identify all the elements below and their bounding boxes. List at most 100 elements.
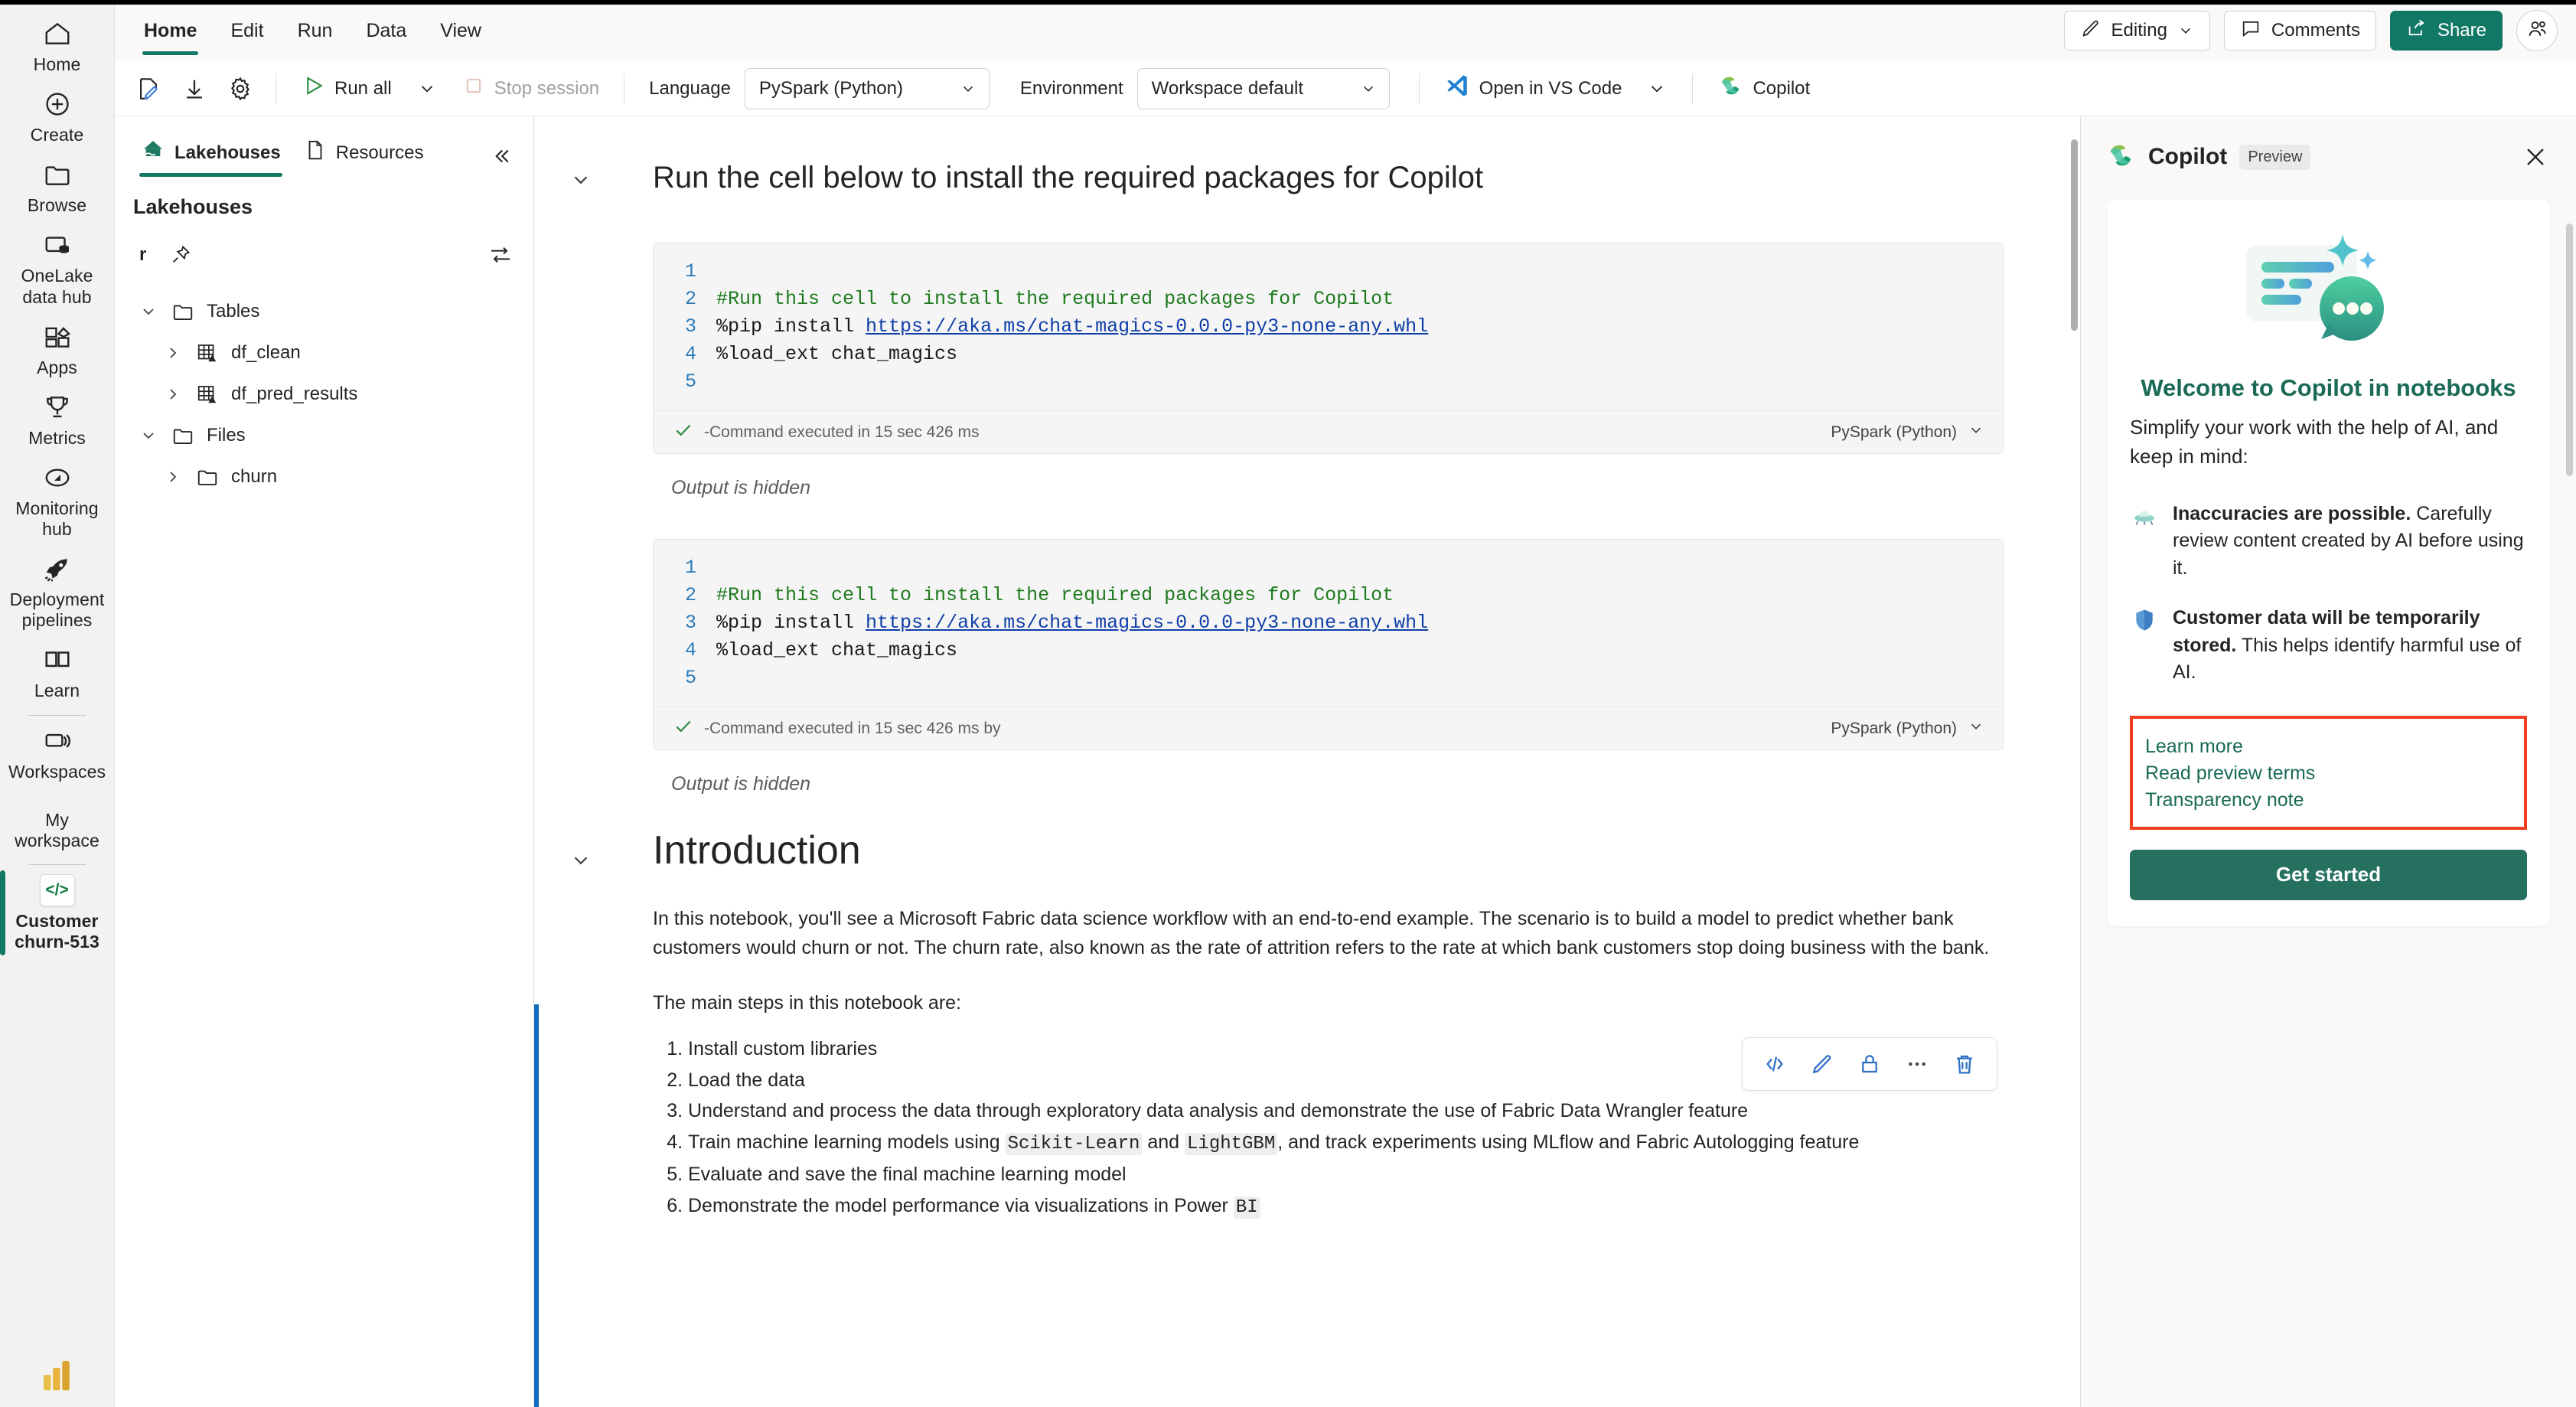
tab-view[interactable]: View [423, 0, 498, 61]
sidebar-label-create: Create [30, 125, 84, 145]
line-number: 3 [684, 612, 696, 634]
copilot-bullet-text: Customer data will be temporarily stored… [2173, 605, 2527, 687]
editing-mode-button[interactable]: Editing [2063, 11, 2210, 51]
success-check-icon [673, 420, 693, 444]
success-check-icon [673, 717, 693, 740]
switch-lakehouse-icon[interactable] [486, 240, 515, 269]
introduction-paragraph-2: The main steps in this notebook are: [653, 992, 962, 1014]
line-text: %pip install [716, 612, 866, 634]
copilot-bullets: Inaccuracies are possible. Carefully rev… [2130, 501, 2527, 687]
home-icon [40, 18, 75, 49]
tab-run[interactable]: Run [281, 0, 350, 61]
code-cell-2-container[interactable]: 1 2 #Run this cell to install the requir… [653, 539, 2004, 750]
sidebar-item-apps[interactable]: Apps [0, 314, 115, 384]
notebook-icon: </> [39, 873, 75, 906]
chevron-down-icon[interactable] [138, 425, 159, 446]
chevron-right-icon[interactable] [162, 384, 184, 405]
get-started-button[interactable]: Get started [2130, 849, 2527, 900]
list-item: Understand and process the data through … [688, 1096, 1996, 1126]
comment-bubble-icon [2240, 18, 2261, 44]
tab-home[interactable]: Home [127, 0, 214, 61]
open-in-vscode-button[interactable]: Open in VS Code [1433, 67, 1633, 110]
close-icon[interactable] [2516, 138, 2555, 176]
sidebar-item-learn[interactable]: Learn [0, 637, 115, 707]
markdown-cell-heading: Run the cell below to install the requir… [534, 116, 2080, 195]
share-label: Share [2437, 20, 2486, 41]
line-number: 1 [684, 557, 696, 579]
code-line: 4 %load_ext chat_magics [654, 343, 2003, 371]
tab-resources[interactable]: Resources [295, 134, 433, 178]
step-text: Evaluate and save the final machine lear… [688, 1164, 1127, 1186]
vscode-dropdown-button[interactable] [1635, 67, 1678, 110]
sidebar-item-browse[interactable]: Browse [0, 152, 115, 222]
copilot-subtitle: Simplify your work with the help of AI, … [2130, 416, 2499, 468]
sidebar-item-my-workspace[interactable]: My workspace [0, 788, 115, 857]
collapse-cell-chevron-2[interactable] [562, 841, 600, 880]
book-icon [40, 645, 75, 675]
tree-item-churn[interactable]: churn [115, 456, 533, 498]
tree-item-df-pred-results[interactable]: df_pred_results [115, 374, 533, 415]
step-text: Load the data [688, 1069, 805, 1091]
code-line: 2 #Run this cell to install the required… [654, 584, 2003, 612]
sidebar-item-create[interactable]: Create [0, 81, 115, 152]
collapse-cell-chevron-1[interactable] [562, 161, 600, 199]
transparency-note-link[interactable]: Transparency note [2145, 789, 2512, 811]
tree-item-tables[interactable]: Tables [115, 291, 533, 332]
comments-label: Comments [2271, 20, 2360, 41]
pin-icon[interactable] [166, 240, 195, 269]
sidebar-item-deployment-pipelines[interactable]: Deployment pipelines [0, 546, 115, 637]
tree-label-files: Files [207, 425, 246, 446]
tab-edit[interactable]: Edit [214, 0, 280, 61]
list-item: Install custom libraries [688, 1034, 1996, 1064]
sidebar-item-customer-churn-notebook[interactable]: </> Customer churn-513 [0, 867, 115, 958]
stop-session-button[interactable]: Stop session [452, 67, 610, 110]
chevron-down-icon[interactable] [138, 301, 159, 322]
tab-data[interactable]: Data [349, 0, 423, 61]
code-line: 1 [654, 260, 2003, 288]
code-line: 3 %pip install https://aka.ms/chat-magic… [654, 612, 2003, 639]
table-icon [194, 340, 220, 366]
sidebar-item-metrics[interactable]: Metrics [0, 384, 115, 455]
code-line: 5 [654, 371, 2003, 398]
collapse-explorer-button[interactable] [484, 139, 518, 173]
sidebar-item-workspaces[interactable]: Workspaces [0, 718, 115, 788]
learn-more-link[interactable]: Learn more [2145, 736, 2512, 758]
chevron-right-icon[interactable] [162, 342, 184, 364]
folder-icon [170, 423, 196, 449]
cell-1-output-note: Output is hidden [671, 477, 811, 498]
gear-icon[interactable] [219, 67, 262, 110]
tab-lakehouses[interactable]: Lakehouses [132, 133, 290, 178]
people-avatar-button[interactable] [2516, 10, 2558, 51]
sidebar-item-onelake-data-hub[interactable]: OneLake data hub [0, 222, 115, 313]
environment-select[interactable]: Workspace default [1136, 67, 1390, 109]
copilot-scrollbar[interactable] [2566, 224, 2573, 476]
line-text: %load_ext chat_magics [716, 343, 958, 365]
copilot-toolbar-button[interactable]: Copilot [1707, 67, 1821, 110]
run-all-dropdown-button[interactable] [406, 67, 448, 110]
lakehouse-tree: Tables df_clean df_pred_results Files ch… [115, 269, 533, 498]
ribbon-actions: Editing Comments Share [2063, 10, 2558, 51]
tree-item-files[interactable]: Files [115, 415, 533, 456]
language-select[interactable]: PySpark (Python) [744, 67, 990, 109]
sidebar-item-monitoring-hub[interactable]: Monitoring hub [0, 455, 115, 546]
comments-button[interactable]: Comments [2223, 11, 2376, 51]
line-number: 3 [684, 315, 696, 338]
line-link[interactable]: https://aka.ms/chat-magics-0.0.0-py3-non… [866, 612, 1428, 634]
tree-item-df-clean[interactable]: df_clean [115, 332, 533, 374]
fabric-notebook-app: Home Create Browse OneLake data hub Apps [0, 0, 2576, 1407]
code-cell-1-body[interactable]: 1 2 #Run this cell to install the requir… [654, 243, 2003, 410]
save-notebook-button[interactable] [127, 67, 170, 110]
code-cell-2-body[interactable]: 1 2 #Run this cell to install the requir… [654, 540, 2003, 707]
share-button[interactable]: Share [2389, 11, 2503, 51]
read-preview-terms-link[interactable]: Read preview terms [2145, 762, 2512, 785]
run-all-button[interactable]: Run all [290, 67, 403, 110]
cell-1-kernel-select[interactable]: PySpark (Python) [1831, 422, 1984, 443]
download-button[interactable] [173, 67, 216, 110]
sidebar-item-home[interactable]: Home [0, 11, 115, 81]
cell-2-kernel-select[interactable]: PySpark (Python) [1831, 718, 1984, 739]
code-line: 5 [654, 667, 2003, 694]
line-link[interactable]: https://aka.ms/chat-magics-0.0.0-py3-non… [866, 315, 1428, 338]
line-text: #Run this cell to install the required p… [716, 288, 1394, 310]
chevron-right-icon[interactable] [162, 466, 184, 488]
code-cell-1-container[interactable]: 1 2 #Run this cell to install the requir… [653, 243, 2004, 454]
